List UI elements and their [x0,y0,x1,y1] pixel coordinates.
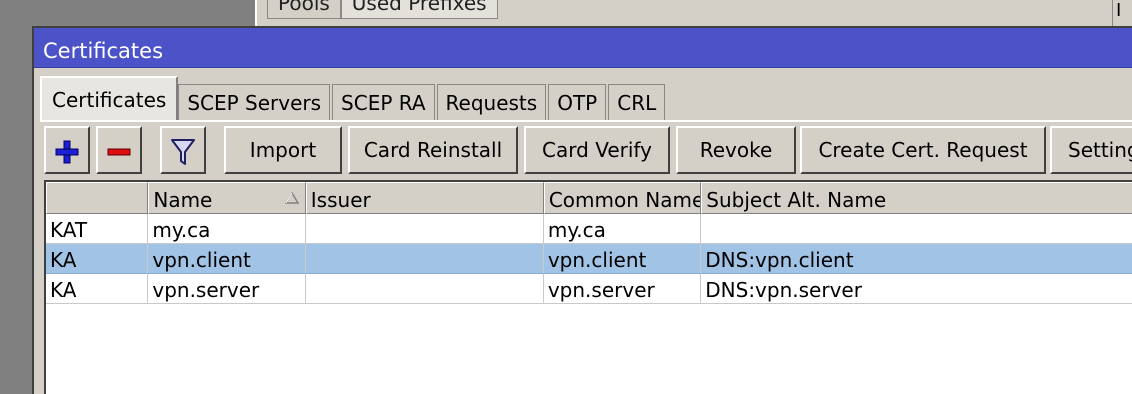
create-cert-request-button[interactable]: Create Cert. Request [800,126,1046,174]
card-reinstall-button[interactable]: Card Reinstall [348,126,518,174]
cell-issuer [305,274,544,304]
column-header-issuer[interactable]: Issuer [305,182,544,214]
cell-name: vpn.client [148,244,306,274]
cell-name: vpn.server [148,274,306,304]
table-row[interactable]: KAT my.ca my.ca [46,214,1132,244]
cell-flags: KA [46,274,149,304]
tab-certificates[interactable]: Certificates [40,76,179,120]
tab-requests[interactable]: Requests [436,84,547,120]
bg-tab-used-prefixes[interactable]: Used Prefixes [340,0,498,19]
cell-common-name: vpn.server [543,274,702,304]
column-header-common-name[interactable]: Common Name [543,182,702,214]
column-header-subject-alt-name[interactable]: Subject Alt. Name [701,182,1132,214]
tab-bar: Certificates SCEP Servers SCEP RA Reques… [40,76,667,120]
tab-divider [40,120,1132,122]
cell-flags: KAT [46,214,149,244]
cell-name: my.ca [148,214,306,244]
settings-button[interactable]: Settings [1050,126,1132,174]
tab-otp[interactable]: OTP [548,84,607,120]
table-row-selected[interactable]: KA vpn.client vpn.client DNS:vpn.client [46,244,1132,274]
certificates-window: Certificates Certificates SCEP Servers S… [32,26,1132,394]
window-title[interactable]: Certificates [34,28,1132,68]
background-window: Pools Used Prefixes I [255,0,1132,26]
bg-tab-pools[interactable]: Pools [267,0,341,19]
cell-subject-alt-name: DNS:vpn.client [701,244,1132,274]
table-row[interactable]: KA vpn.server vpn.server DNS:vpn.server [46,274,1132,304]
tab-scep-servers[interactable]: SCEP Servers [178,84,331,120]
tab-crl[interactable]: CRL [608,84,666,120]
cell-subject-alt-name [701,214,1132,244]
minus-icon [107,148,131,155]
revoke-button[interactable]: Revoke [676,126,796,174]
cell-issuer [305,214,544,244]
card-verify-button[interactable]: Card Verify [524,126,670,174]
column-header-name[interactable]: Name [148,182,306,214]
column-header-name-label: Name [153,188,213,212]
sort-ascending-icon [284,192,299,204]
table-header: Name Issuer Common Name Subject Alt. Nam… [46,182,1132,214]
cell-common-name: my.ca [543,214,702,244]
import-button[interactable]: Import [224,126,342,174]
add-button[interactable] [44,126,90,174]
background-scrollbar[interactable]: I [1112,0,1132,26]
cell-common-name: vpn.client [543,244,702,274]
toolbar: Import Card Reinstall Card Verify Revoke… [34,126,1132,176]
column-header-flags[interactable] [46,182,149,214]
cell-flags: KA [46,244,149,274]
cell-issuer [305,244,544,274]
certificates-table: Name Issuer Common Name Subject Alt. Nam… [44,180,1132,394]
tab-scep-ra[interactable]: SCEP RA [332,84,435,120]
filter-icon [171,138,195,165]
filter-button[interactable] [160,126,206,174]
background-tabs: Pools Used Prefixes [267,0,498,19]
remove-button[interactable] [96,126,142,174]
plus-icon [55,140,79,163]
cell-subject-alt-name: DNS:vpn.server [701,274,1132,304]
